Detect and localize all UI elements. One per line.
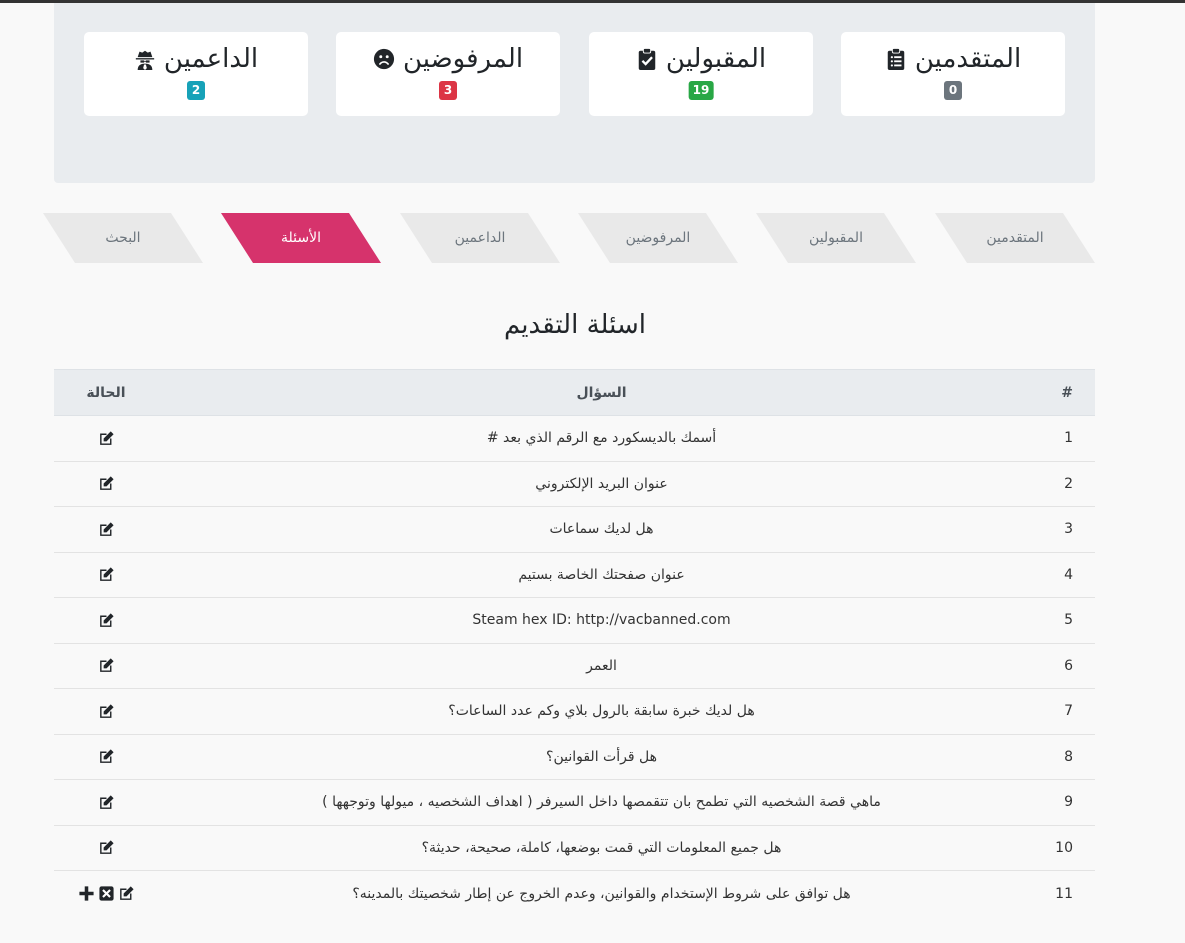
edit-icon[interactable] (98, 475, 115, 492)
row-number: 11 (1055, 885, 1073, 902)
edit-icon[interactable] (98, 839, 115, 856)
stat-badge-supporters: 2 (187, 81, 205, 100)
row-question: هل توافق على شروط الإستخدام والقوانين، و… (352, 885, 851, 902)
table-row: أسمك بالديسكورد مع الرقم الذي بعد # 1 (54, 416, 1095, 462)
row-question: عنوان صفحتك الخاصة بستيم (518, 566, 685, 583)
table-row: عنوان صفحتك الخاصة بستيم 4 (54, 552, 1095, 598)
edit-icon[interactable] (98, 703, 115, 720)
row-question: هل لديك خبرة سابقة بالرول بلاي وكم عدد ا… (448, 703, 755, 720)
edit-icon[interactable] (98, 612, 115, 629)
stat-label-supporters: الداعمين (163, 44, 259, 74)
row-number: 6 (1064, 657, 1073, 674)
row-question: ماهي قصة الشخصيه التي تطمح بان تتقمصها د… (322, 794, 881, 811)
stat-badge-rejected: 3 (439, 81, 457, 100)
edit-icon[interactable] (98, 794, 115, 811)
tab-supporters[interactable]: الداعمين (400, 213, 560, 263)
row-question: العمر (586, 657, 617, 674)
row-actions (54, 643, 158, 689)
table-row: هل لديك سماعات 3 (54, 507, 1095, 553)
row-actions (54, 507, 158, 553)
header-status: الحالة (86, 384, 126, 401)
row-actions (54, 689, 158, 735)
stat-card-rejected[interactable]: المرفوضين 3 (336, 32, 560, 116)
stat-badge-applicants: 0 (944, 81, 962, 100)
table-row: العمر 6 (54, 643, 1095, 689)
header-question: السؤال (576, 384, 627, 401)
row-number: 3 (1064, 521, 1073, 538)
edit-icon[interactable] (98, 566, 115, 583)
row-number: 7 (1064, 703, 1073, 720)
row-actions (54, 552, 158, 598)
clipboard-check-icon (638, 48, 656, 70)
row-number: 8 (1064, 748, 1073, 765)
tab-applicants[interactable]: المتقدمين (935, 213, 1095, 263)
row-number: 2 (1064, 475, 1073, 492)
table-row: Steam hex ID: http://vacbanned.com 5 (54, 598, 1095, 644)
edit-icon[interactable] (98, 521, 115, 538)
stat-label-accepted: المقبولين (665, 44, 767, 74)
stat-badge-accepted: 19 (688, 81, 714, 100)
stat-card-accepted[interactable]: المقبولين 19 (589, 32, 813, 116)
tab-questions[interactable]: الأسئلة (221, 213, 381, 263)
stats-panel: الداعمين 2 المرفوضين 3 المقبولين 19 المت… (54, 3, 1095, 183)
tab-accepted[interactable]: المقبولين (756, 213, 916, 263)
add-icon[interactable] (78, 885, 95, 902)
edit-icon[interactable] (98, 657, 115, 674)
row-question: هل قرأت القوانين؟ (546, 748, 657, 765)
row-question: عنوان البريد الإلكتروني (535, 475, 668, 492)
table-row: هل قرأت القوانين؟ 8 (54, 734, 1095, 780)
row-question: Steam hex ID: http://vacbanned.com (472, 612, 731, 629)
row-question: هل لديك سماعات (549, 521, 654, 538)
delete-icon[interactable] (98, 885, 115, 902)
edit-icon[interactable] (118, 885, 135, 902)
row-number: 4 (1064, 566, 1073, 583)
row-actions (54, 780, 158, 826)
row-number: 5 (1064, 612, 1073, 629)
row-actions (54, 461, 158, 507)
spy-icon (135, 50, 155, 70)
clipboard-list-icon (887, 48, 905, 70)
questions-table: الحالة السؤال # أسمك بالديسكورد مع الرقم… (54, 369, 1095, 916)
table-row: هل توافق على شروط الإستخدام والقوانين، و… (54, 871, 1095, 917)
table-row: ماهي قصة الشخصيه التي تطمح بان تتقمصها د… (54, 780, 1095, 826)
tab-search[interactable]: البحث (43, 213, 203, 263)
stat-card-applicants[interactable]: المتقدمين 0 (841, 32, 1065, 116)
stat-label-applicants: المتقدمين (914, 44, 1022, 74)
row-actions (54, 871, 158, 917)
stat-card-supporters[interactable]: الداعمين 2 (84, 32, 308, 116)
row-actions (54, 416, 158, 462)
sad-face-icon (373, 48, 395, 70)
row-number: 9 (1064, 794, 1073, 811)
table-header-row: الحالة السؤال # (54, 369, 1095, 416)
row-question: هل جميع المعلومات التي قمت بوضعها، كاملة… (421, 839, 782, 856)
row-number: 10 (1055, 839, 1073, 856)
stat-label-rejected: المرفوضين (402, 44, 524, 74)
row-number: 1 (1064, 430, 1073, 447)
row-actions (54, 734, 158, 780)
edit-icon[interactable] (98, 748, 115, 765)
edit-icon[interactable] (98, 430, 115, 447)
row-actions (54, 598, 158, 644)
tab-rejected[interactable]: المرفوضين (578, 213, 738, 263)
page-title: اسئلة التقديم (504, 310, 646, 340)
table-row: هل جميع المعلومات التي قمت بوضعها، كاملة… (54, 825, 1095, 871)
row-actions (54, 825, 158, 871)
row-question: أسمك بالديسكورد مع الرقم الذي بعد # (486, 430, 717, 447)
header-num: # (1061, 384, 1073, 401)
table-row: هل لديك خبرة سابقة بالرول بلاي وكم عدد ا… (54, 689, 1095, 735)
table-row: عنوان البريد الإلكتروني 2 (54, 461, 1095, 507)
